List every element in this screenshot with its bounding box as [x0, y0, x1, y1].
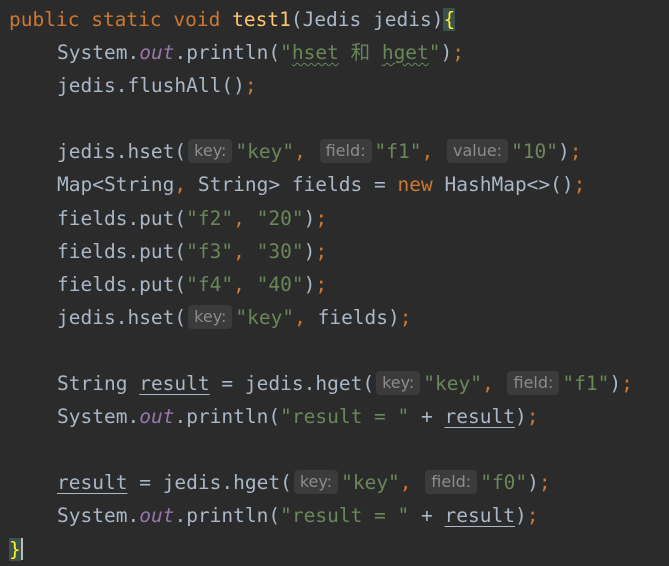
text-caret [20, 537, 23, 560]
keyword-public: public [9, 8, 80, 31]
code-line-17[interactable]: } [0, 533, 669, 566]
fields-put-call: fields.put( [57, 239, 187, 263]
jedis-var: jedis [57, 74, 116, 98]
param-hint-key: key: [188, 304, 233, 329]
keyword-static: static [91, 8, 162, 31]
param-hint-value: value: [446, 139, 509, 164]
string-literal: "f2" [186, 206, 234, 230]
fields-put-call: fields.put( [57, 206, 187, 230]
result-var: result [444, 504, 515, 528]
string-literal: "f1" [374, 140, 422, 164]
code-editor[interactable]: public static void test1(Jedis jedis){ S… [0, 0, 669, 566]
string-literal: "key" [235, 140, 295, 164]
out-field: out [139, 405, 175, 429]
string-literal: "f0" [480, 471, 528, 495]
hset-call: hset [127, 305, 175, 329]
code-line-5[interactable]: jedis.hset(key: "key", field: "f1", value:… [0, 135, 669, 168]
code-line-2[interactable]: System.out.println("hset 和 hget"); [0, 36, 669, 69]
code-line-6[interactable]: Map<String, String> fields = new HashMap… [0, 168, 669, 201]
string-type: String [57, 372, 128, 396]
result-var: result [139, 372, 210, 396]
code-line-11[interactable] [0, 334, 669, 367]
println-call: println [186, 41, 269, 65]
jedis-var: jedis [244, 372, 304, 396]
string-literal: "result = " [280, 504, 410, 528]
fields-put-call: fields.put( [57, 272, 187, 296]
println-call: println [186, 405, 269, 429]
out-field: out [139, 504, 175, 528]
system-class: System [57, 41, 128, 65]
result-var: result [444, 405, 515, 429]
map-type-param: String> [186, 173, 292, 197]
hashmap-ctor: HashMap<>() [444, 173, 574, 197]
result-var: result [57, 471, 128, 495]
out-field: out [139, 41, 175, 65]
string-literal: "40" [256, 272, 304, 296]
jedis-var: jedis [57, 140, 116, 164]
code-line-10[interactable]: jedis.hset(key: "key", fields); [0, 301, 669, 334]
param-hint-field: field: [319, 139, 372, 164]
code-line-15[interactable]: result = jedis.hget(key: "key", field: "f0… [0, 466, 669, 499]
string-literal: "f1" [562, 372, 610, 396]
fields-var: fields [291, 173, 363, 197]
code-line-9[interactable]: fields.put("f4", "40"); [0, 268, 669, 301]
jedis-var: jedis [57, 305, 116, 329]
fields-var: fields [317, 305, 389, 329]
system-class: System [57, 504, 128, 528]
code-line-12[interactable]: String result = jedis.hget(key: "key", fi… [0, 367, 669, 400]
code-line-13[interactable]: System.out.println("result = " + result)… [0, 400, 669, 433]
system-class: System [57, 405, 128, 429]
string-literal: "key" [341, 471, 400, 495]
method-name: test1 [232, 8, 291, 31]
keyword-new: new [397, 173, 433, 197]
keyword-void: void [173, 8, 221, 31]
param-hint-key: key: [376, 371, 421, 396]
hget-call: hget [315, 372, 363, 396]
string-literal: "hset 和 hget" [280, 41, 441, 65]
string-literal: "f4" [186, 272, 234, 296]
string-literal: "key" [235, 305, 295, 329]
code-line-8[interactable]: fields.put("f3", "30"); [0, 235, 669, 268]
println-call: println [186, 504, 269, 528]
string-literal: "10" [511, 140, 559, 164]
hset-call: hset [127, 140, 175, 164]
param-type: Jedis [302, 8, 362, 31]
param-hint-field: field: [507, 371, 560, 396]
param-hint-field: field: [425, 470, 478, 495]
code-line-4[interactable] [0, 102, 669, 135]
string-literal: "f3" [186, 239, 234, 263]
open-brace-highlight: { [443, 8, 456, 31]
flushall-call: flushAll [127, 74, 222, 98]
map-type: Map<String [57, 173, 175, 197]
code-line-14[interactable] [0, 433, 669, 466]
hget-call: hget [233, 471, 281, 495]
code-line-1[interactable]: public static void test1(Jedis jedis){ [0, 3, 669, 36]
string-literal: "key" [423, 372, 482, 396]
code-line-7[interactable]: fields.put("f2", "20"); [0, 202, 669, 235]
param-name: jedis [373, 8, 432, 31]
string-literal: "result = " [280, 405, 410, 429]
close-brace-highlight: } [9, 537, 21, 561]
param-hint-key: key: [293, 470, 339, 495]
jedis-var: jedis [162, 471, 222, 495]
code-line-3[interactable]: jedis.flushAll(); [0, 69, 669, 102]
string-literal: "20" [256, 206, 304, 230]
code-line-16[interactable]: System.out.println("result = " + result)… [0, 499, 669, 532]
string-literal: "30" [256, 239, 304, 263]
param-hint-key: key: [188, 139, 233, 164]
